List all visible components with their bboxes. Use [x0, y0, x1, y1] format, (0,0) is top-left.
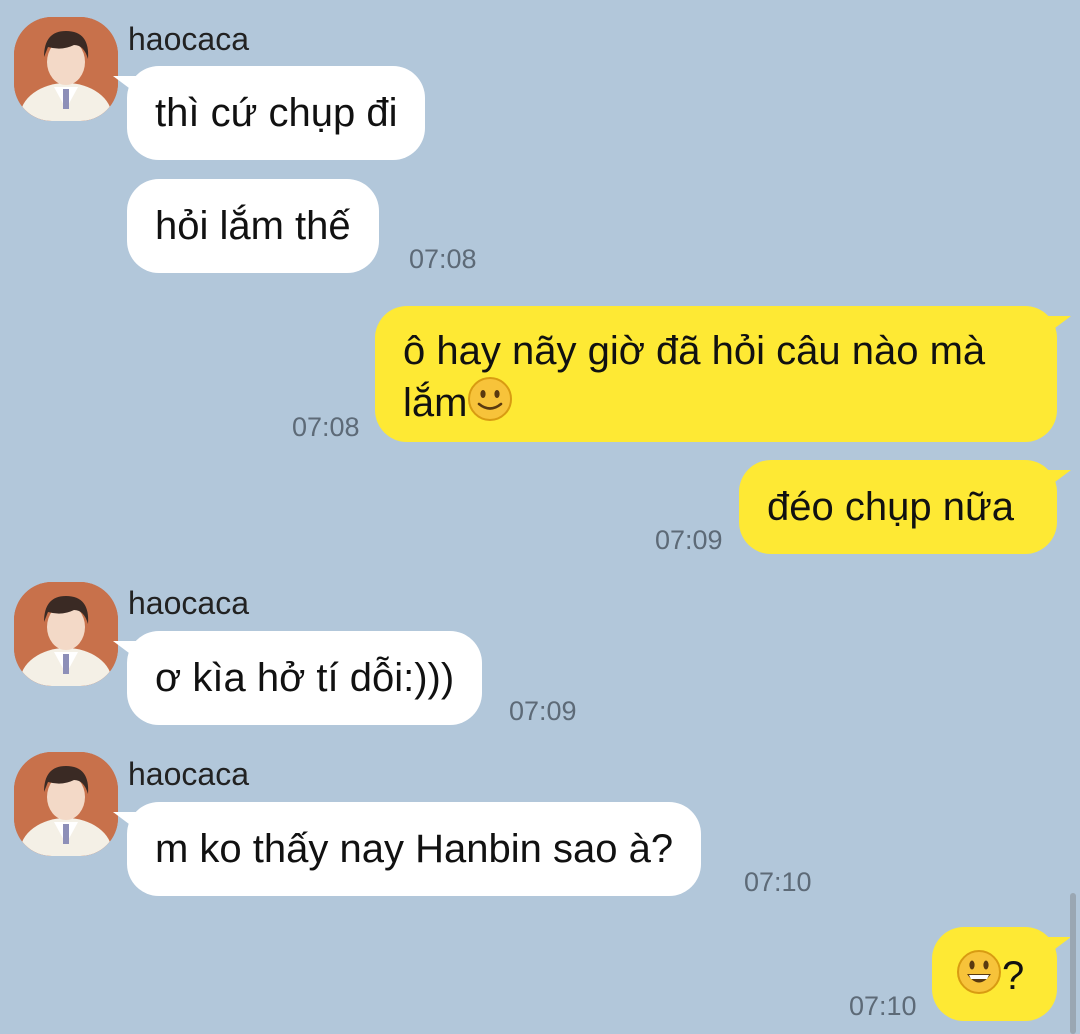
sender-name: haocaca [128, 21, 249, 57]
message-text: ? [1002, 954, 1025, 998]
avatar-photo-icon [14, 582, 118, 686]
slightly-smiling-face-icon [468, 377, 513, 421]
message-timestamp: 07:08 [409, 244, 477, 274]
message-timestamp: 07:10 [744, 867, 812, 897]
message-text: thì cứ chụp đi [155, 91, 398, 135]
contact-avatar[interactable] [14, 17, 118, 121]
chat-message-list[interactable]: haocaca thì cứ chụp đi hỏi lắm thế 07:08… [0, 0, 1080, 1034]
contact-avatar[interactable] [14, 752, 118, 856]
message-text: lắm [403, 381, 468, 425]
sender-name: haocaca [128, 585, 249, 621]
grinning-face-icon [957, 950, 1001, 994]
message-bubble-incoming[interactable]: hỏi lắm thế [127, 179, 379, 273]
message-timestamp: 07:10 [849, 991, 917, 1021]
message-text: ô hay nãy giờ đã hỏi câu nào mà [403, 329, 986, 373]
sender-name: haocaca [128, 756, 249, 792]
message-timestamp: 07:09 [509, 696, 577, 726]
scrollbar[interactable] [1070, 893, 1076, 1034]
avatar-photo-icon [14, 17, 118, 121]
message-timestamp: 07:08 [292, 412, 360, 442]
message-text: hỏi lắm thế [155, 204, 351, 248]
message-bubble-outgoing[interactable]: đéo chụp nữa [739, 460, 1071, 554]
message-bubble-incoming[interactable]: ơ kìa hở tí dỗi:))) [112, 631, 483, 725]
message-text: đéo chụp nữa [767, 485, 1014, 529]
message-bubble-outgoing[interactable]: ? [932, 927, 1071, 1021]
message-text: ơ kìa hở tí dỗi:))) [155, 656, 455, 700]
message-text: m ko thấy nay Hanbin sao à? [155, 827, 674, 871]
message-timestamp: 07:09 [655, 525, 723, 555]
message-bubble-outgoing[interactable]: ô hay nãy giờ đã hỏi câu nào mà lắm [375, 306, 1071, 442]
avatar-photo-icon [14, 752, 118, 856]
message-bubble-incoming[interactable]: m ko thấy nay Hanbin sao à? [112, 802, 702, 896]
message-bubble-incoming[interactable]: thì cứ chụp đi [112, 66, 426, 160]
contact-avatar[interactable] [14, 582, 118, 686]
